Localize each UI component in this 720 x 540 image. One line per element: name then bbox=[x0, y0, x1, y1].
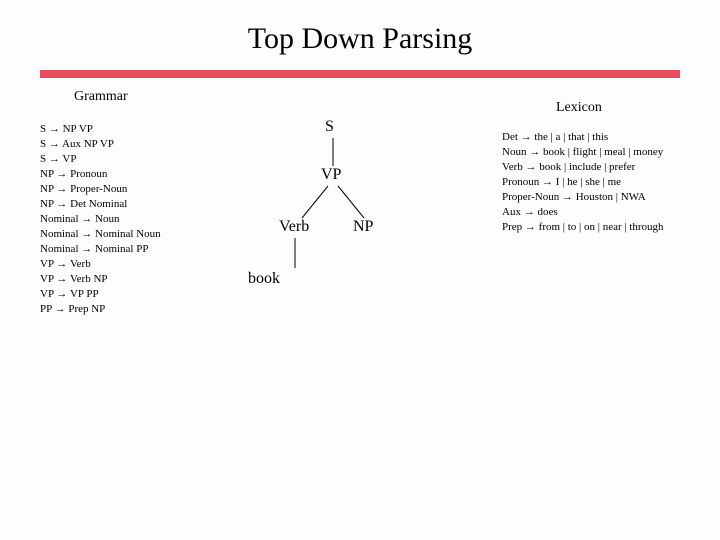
lexicon-rule: Verb → book | include | prefer bbox=[502, 160, 712, 175]
grammar-rule: S → Aux NP VP bbox=[40, 137, 220, 152]
grammar-rule: NP → Det Nominal bbox=[40, 197, 220, 212]
grammar-rule: VP → VP PP bbox=[40, 287, 220, 302]
grammar-rule: Nominal → Noun bbox=[40, 212, 220, 227]
lexicon-rule: Prep → from | to | on | near | through bbox=[502, 220, 712, 235]
tree-node-vp: VP bbox=[321, 166, 341, 184]
tree-node-s: S bbox=[325, 118, 334, 136]
lexicon-rules-list: Det → the | a | that | this Noun → book … bbox=[502, 130, 712, 235]
lexicon-heading: Lexicon bbox=[556, 100, 602, 116]
lexicon-rule: Proper-Noun → Houston | NWA bbox=[502, 190, 712, 205]
lexicon-rule: Noun → book | flight | meal | money bbox=[502, 145, 712, 160]
page-title: Top Down Parsing bbox=[0, 0, 720, 56]
grammar-rule: S → VP bbox=[40, 152, 220, 167]
grammar-rule: NP → Proper-Noun bbox=[40, 182, 220, 197]
slide: Top Down Parsing Grammar Lexicon S → NP … bbox=[0, 0, 720, 540]
grammar-rule: Nominal → Nominal PP bbox=[40, 242, 220, 257]
grammar-rule: VP → Verb bbox=[40, 257, 220, 272]
lexicon-rule: Det → the | a | that | this bbox=[502, 130, 712, 145]
grammar-rule: PP → Prep NP bbox=[40, 302, 220, 317]
grammar-heading: Grammar bbox=[74, 89, 128, 105]
grammar-rule: Nominal → Nominal Noun bbox=[40, 227, 220, 242]
tree-node-verb: Verb bbox=[279, 218, 309, 236]
parse-tree: S VP Verb NP book bbox=[255, 118, 455, 338]
grammar-rule: VP → Verb NP bbox=[40, 272, 220, 287]
lexicon-rule: Pronoun → I | he | she | me bbox=[502, 175, 712, 190]
grammar-rules-list: S → NP VP S → Aux NP VP S → VP NP → Pron… bbox=[40, 122, 220, 317]
lexicon-rule: Aux → does bbox=[502, 205, 712, 220]
tree-node-np: NP bbox=[353, 218, 373, 236]
grammar-rule: S → NP VP bbox=[40, 122, 220, 137]
horizontal-rule bbox=[40, 70, 680, 78]
tree-leaf-book: book bbox=[248, 270, 280, 288]
grammar-rule: NP → Pronoun bbox=[40, 167, 220, 182]
